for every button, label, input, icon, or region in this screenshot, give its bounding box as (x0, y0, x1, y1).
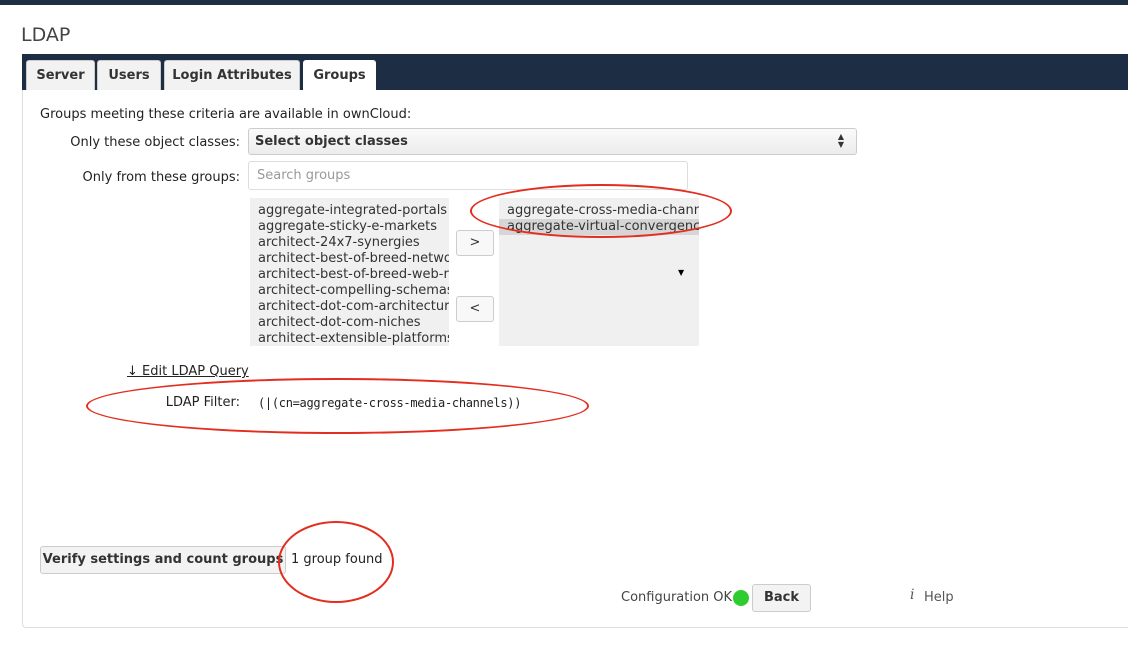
from-groups-label: Only from these groups: (82, 170, 240, 185)
object-classes-select[interactable]: Select object classes ▲ ▼ (248, 128, 857, 155)
add-group-button[interactable]: > (456, 230, 494, 256)
group-count-result: 1 group found (291, 552, 383, 567)
tab-server[interactable]: Server (26, 60, 95, 90)
list-item[interactable]: aggregate-virtual-convergenc (499, 219, 699, 235)
list-item[interactable]: aggregate-cross-media-chann (499, 203, 699, 219)
object-classes-value: Select object classes (255, 134, 408, 149)
list-item[interactable]: aggregate-integrated-portals (250, 203, 449, 219)
help-link[interactable]: Help (924, 590, 954, 605)
verify-count-groups-button[interactable]: Verify settings and count groups (40, 546, 286, 574)
list-item[interactable]: architect-24x7-synergies (250, 235, 449, 251)
tab-users[interactable]: Users (97, 60, 161, 90)
ldap-filter-value: (|(cn=aggregate-cross-media-channels)) (258, 396, 522, 410)
select-caret-icon: ▲ ▼ (837, 132, 844, 149)
configuration-status: Configuration OK (621, 590, 733, 605)
list-item[interactable]: aggregate-sticky-e-markets (250, 219, 449, 235)
status-ok-icon (733, 590, 749, 606)
object-classes-label: Only these object classes: (70, 135, 240, 150)
search-groups-input[interactable] (248, 161, 688, 190)
tab-login-attributes[interactable]: Login Attributes (164, 60, 300, 90)
list-item[interactable]: architect-compelling-schemas (250, 283, 449, 299)
list-item[interactable]: architect-best-of-breed-netwo (250, 251, 449, 267)
ldap-filter-label: LDAP Filter: (165, 395, 240, 410)
list-item[interactable]: architect-best-of-breed-web-r (250, 267, 449, 283)
available-groups-list[interactable]: aggregate-integrated-portals aggregate-s… (250, 198, 449, 346)
selected-groups-list[interactable]: aggregate-cross-media-chann aggregate-vi… (499, 198, 699, 346)
remove-group-button[interactable]: < (456, 296, 494, 322)
list-item[interactable]: architect-dot-com-architectur (250, 299, 449, 315)
info-icon[interactable]: i (910, 587, 914, 603)
groups-intro-text: Groups meeting these criteria are availa… (40, 107, 412, 122)
list-item[interactable]: architect-dot-com-niches (250, 315, 449, 331)
top-bar (0, 0, 1128, 5)
edit-ldap-query-link[interactable]: ↓ Edit LDAP Query (127, 364, 249, 379)
caret-down-icon: ▼ (678, 268, 685, 277)
tab-groups[interactable]: Groups (303, 60, 376, 91)
list-item[interactable]: architect-extensible-platforms (250, 331, 449, 346)
page-title: LDAP (21, 24, 71, 46)
back-button[interactable]: Back (752, 584, 811, 612)
